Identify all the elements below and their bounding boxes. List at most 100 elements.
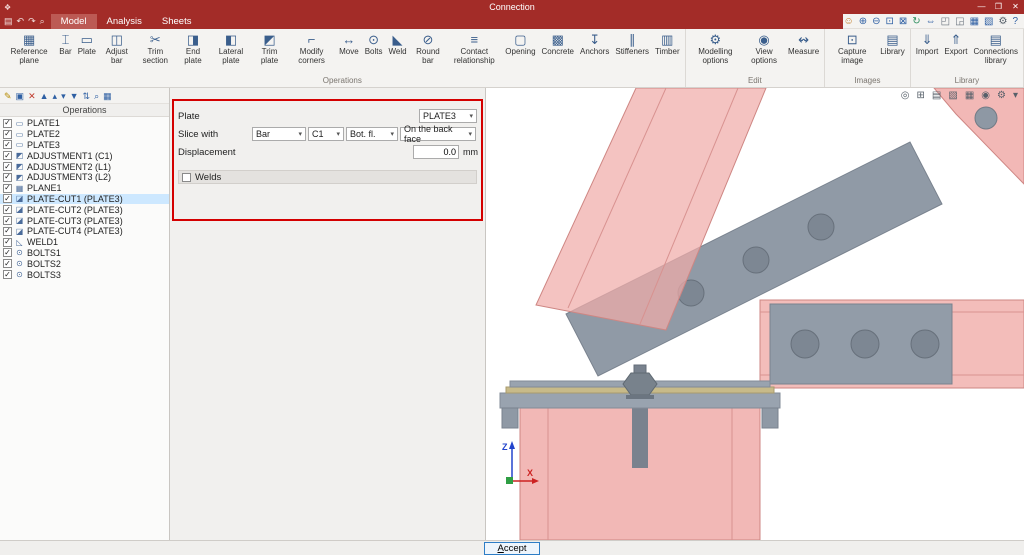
capture-image-button[interactable]: ⊡ Capture image bbox=[827, 30, 877, 67]
trim-section-button[interactable]: ✂ Trim section bbox=[135, 30, 177, 67]
item-checkbox[interactable]: ✓ bbox=[3, 205, 12, 214]
tree-item[interactable]: ✓ ⊙ BOLTS1 bbox=[0, 248, 169, 259]
zoom-out-icon[interactable]: ⊖ bbox=[872, 14, 880, 29]
item-checkbox[interactable]: ✓ bbox=[3, 216, 12, 225]
save-icon[interactable]: ▤ bbox=[4, 16, 13, 27]
library-button[interactable]: ▤ Library bbox=[877, 30, 907, 58]
user-icon[interactable]: ☺ bbox=[843, 14, 853, 29]
timber-button[interactable]: ▥ Timber bbox=[652, 30, 683, 58]
bolts-button[interactable]: ⊙ Bolts bbox=[362, 30, 386, 58]
orientation-icon[interactable]: ◎ bbox=[901, 90, 910, 101]
item-checkbox[interactable]: ✓ bbox=[3, 173, 12, 182]
item-checkbox[interactable]: ✓ bbox=[3, 227, 12, 236]
anchors-button[interactable]: ↧ Anchors bbox=[577, 30, 612, 58]
tree-item[interactable]: ✓ ▦ PLANE1 bbox=[0, 183, 169, 194]
modify-corners-button[interactable]: ⌐ Modify corners bbox=[287, 30, 336, 67]
reference-plane-button[interactable]: ▦ Reference plane bbox=[2, 30, 56, 67]
item-checkbox[interactable]: ✓ bbox=[3, 130, 12, 139]
plate-select[interactable]: PLATE3 ▾ bbox=[419, 109, 477, 123]
close-button[interactable]: ✕ bbox=[1007, 0, 1024, 14]
item-checkbox[interactable]: ✓ bbox=[3, 238, 12, 247]
item-checkbox[interactable]: ✓ bbox=[3, 140, 12, 149]
viewport-3d[interactable]: ◎⊞▤▧▦◉⚙▾ Z X bbox=[486, 88, 1024, 540]
maximize-button[interactable]: ❒ bbox=[990, 0, 1007, 14]
import-button[interactable]: ⇓ Import bbox=[913, 30, 942, 58]
copy-operation-icon[interactable]: ▣ bbox=[16, 88, 25, 104]
trim-plate-button[interactable]: ◩ Trim plate bbox=[252, 30, 287, 67]
zoom-in-icon[interactable]: ⊕ bbox=[859, 14, 867, 29]
item-checkbox[interactable]: ✓ bbox=[3, 194, 12, 203]
tree-item[interactable]: ✓ ◺ WELD1 bbox=[0, 237, 169, 248]
lateral-plate-button[interactable]: ◧ Lateral plate bbox=[210, 30, 252, 67]
item-checkbox[interactable]: ✓ bbox=[3, 162, 12, 171]
view-options-button[interactable]: ◉ View options bbox=[743, 30, 785, 67]
slice-object-select[interactable]: Bar ▾ bbox=[252, 127, 306, 141]
tree-item[interactable]: ✓ ◩ ADJUSTMENT2 (L1) bbox=[0, 161, 169, 172]
print-view-icon[interactable]: ▤ bbox=[932, 90, 941, 101]
more-options-icon[interactable]: ▾ bbox=[1013, 90, 1018, 101]
slice-face-select[interactable]: On the back face ▾ bbox=[400, 127, 476, 141]
grid-mode-icon[interactable]: ▦ bbox=[965, 90, 974, 101]
tree-item[interactable]: ✓ ▭ PLATE1 bbox=[0, 118, 169, 129]
tree-item[interactable]: ✓ ⊙ BOLTS2 bbox=[0, 258, 169, 269]
sort-icon[interactable]: ⇅ bbox=[83, 88, 91, 104]
tab-model[interactable]: Model bbox=[51, 14, 97, 29]
rotate-view-icon[interactable]: ↻ bbox=[912, 14, 920, 29]
item-checkbox[interactable]: ✓ bbox=[3, 270, 12, 279]
zoom-window-icon[interactable]: ⊡ bbox=[885, 14, 893, 29]
contact-relationship-button[interactable]: ≡ Contact relationship bbox=[446, 30, 502, 67]
export-button[interactable]: ⇑ Export bbox=[941, 30, 970, 58]
opening-button[interactable]: ▢ Opening bbox=[502, 30, 538, 58]
tree-item[interactable]: ✓ ⊙ BOLTS3 bbox=[0, 269, 169, 280]
adjust-bar-button[interactable]: ◫ Adjust bar bbox=[99, 30, 135, 67]
move-up-icon[interactable]: ▴ bbox=[53, 88, 58, 104]
collapse-all-icon[interactable]: ▲ bbox=[40, 88, 49, 104]
concrete-button[interactable]: ▩ Concrete bbox=[539, 30, 577, 58]
tree-item[interactable]: ✓ ◪ PLATE-CUT1 (PLATE3) bbox=[0, 194, 169, 205]
connection-3d-model[interactable] bbox=[486, 88, 1024, 540]
bar-button[interactable]: ⌶ Bar bbox=[56, 30, 74, 58]
view-settings-icon[interactable]: ⚙ bbox=[997, 90, 1006, 101]
search-icon[interactable]: ⌕ bbox=[40, 16, 45, 27]
tree-item[interactable]: ✓ ◩ ADJUSTMENT3 (L2) bbox=[0, 172, 169, 183]
search-operations-icon[interactable]: ⌕ bbox=[94, 88, 99, 104]
tab-sheets[interactable]: Sheets bbox=[152, 14, 202, 29]
tree-item[interactable]: ✓ ▭ PLATE3 bbox=[0, 140, 169, 151]
pan-view-icon[interactable]: ⇔ bbox=[926, 14, 936, 29]
end-plate-button[interactable]: ◨ End plate bbox=[176, 30, 210, 67]
connections-library-button[interactable]: ▤ Connections library bbox=[971, 30, 1021, 67]
item-checkbox[interactable]: ✓ bbox=[3, 119, 12, 128]
help-icon[interactable]: ? bbox=[1012, 14, 1018, 29]
displacement-input[interactable] bbox=[413, 145, 459, 159]
edit-operation-icon[interactable]: ✎ bbox=[4, 88, 12, 104]
move-down-icon[interactable]: ▾ bbox=[61, 88, 66, 104]
slice-part-select[interactable]: Bot. fl. ▾ bbox=[346, 127, 398, 141]
round-bar-button[interactable]: ⊘ Round bar bbox=[410, 30, 447, 67]
weld-button[interactable]: ◣ Weld bbox=[385, 30, 409, 58]
solid-mode-icon[interactable]: ▧ bbox=[948, 90, 957, 101]
tree-item[interactable]: ✓ ◪ PLATE-CUT2 (PLATE3) bbox=[0, 204, 169, 215]
tree-item[interactable]: ✓ ◪ PLATE-CUT3 (PLATE3) bbox=[0, 215, 169, 226]
welds-checkbox[interactable] bbox=[182, 173, 191, 182]
tab-analysis[interactable]: Analysis bbox=[97, 14, 152, 29]
accept-button[interactable]: Accept bbox=[484, 542, 539, 555]
modelling-options-button[interactable]: ⚙ Modelling options bbox=[688, 30, 743, 67]
item-checkbox[interactable]: ✓ bbox=[3, 151, 12, 160]
tree-item[interactable]: ✓ ◪ PLATE-CUT4 (PLATE3) bbox=[0, 226, 169, 237]
slice-member-select[interactable]: C1 ▾ bbox=[308, 127, 344, 141]
measure-button[interactable]: ↭ Measure bbox=[785, 30, 822, 58]
view-front-icon[interactable]: ◰ bbox=[941, 14, 950, 29]
settings-icon[interactable]: ⚙ bbox=[998, 14, 1007, 29]
move-button[interactable]: ↔ Move bbox=[336, 30, 362, 58]
redo-icon[interactable]: ↷ bbox=[28, 16, 36, 27]
wireframe-icon[interactable]: ▦ bbox=[970, 14, 979, 29]
view-iso-icon[interactable]: ◲ bbox=[955, 14, 964, 29]
tree-item[interactable]: ✓ ▭ PLATE2 bbox=[0, 129, 169, 140]
tree-item[interactable]: ✓ ◩ ADJUSTMENT1 (C1) bbox=[0, 150, 169, 161]
undo-icon[interactable]: ↶ bbox=[17, 16, 25, 27]
table-view-icon[interactable]: ▦ bbox=[103, 88, 112, 104]
fit-view-icon[interactable]: ⊞ bbox=[917, 90, 925, 101]
plate-button[interactable]: ▭ Plate bbox=[75, 30, 99, 58]
stiffeners-button[interactable]: ∥ Stiffeners bbox=[612, 30, 652, 58]
item-checkbox[interactable]: ✓ bbox=[3, 248, 12, 257]
